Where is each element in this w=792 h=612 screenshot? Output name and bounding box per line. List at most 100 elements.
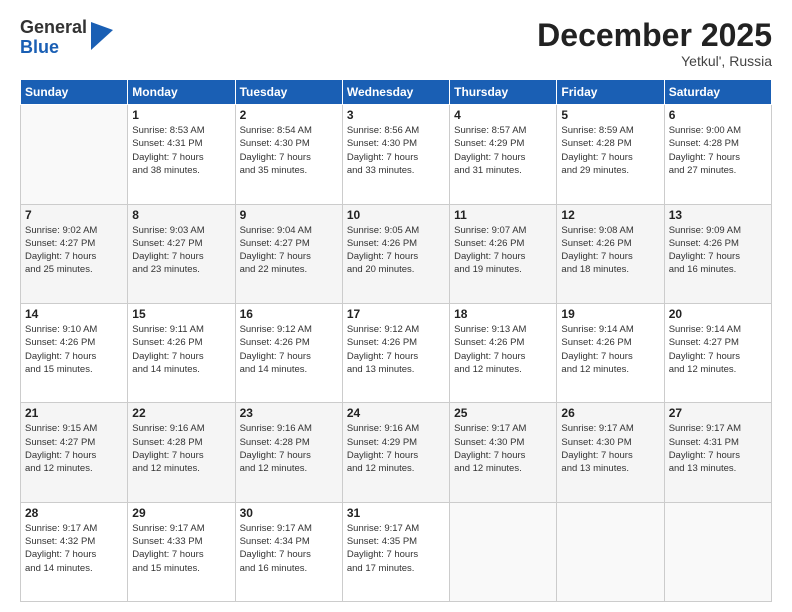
title-block: December 2025 Yetkul', Russia (537, 18, 772, 69)
day-info: Sunrise: 9:17 AM Sunset: 4:32 PM Dayligh… (25, 522, 123, 575)
day-info: Sunrise: 8:56 AM Sunset: 4:30 PM Dayligh… (347, 124, 445, 177)
calendar-cell: 11Sunrise: 9:07 AM Sunset: 4:26 PM Dayli… (450, 204, 557, 303)
day-info: Sunrise: 9:16 AM Sunset: 4:29 PM Dayligh… (347, 422, 445, 475)
day-info: Sunrise: 9:00 AM Sunset: 4:28 PM Dayligh… (669, 124, 767, 177)
day-number: 22 (132, 406, 230, 420)
day-info: Sunrise: 9:11 AM Sunset: 4:26 PM Dayligh… (132, 323, 230, 376)
calendar-cell (21, 105, 128, 204)
logo-blue: Blue (20, 38, 87, 58)
day-number: 14 (25, 307, 123, 321)
weekday-header: Tuesday (235, 80, 342, 105)
calendar-cell: 29 Sunrise: 9:17 AM Sunset: 4:33 PM Dayli… (128, 502, 235, 601)
calendar-cell (557, 502, 664, 601)
day-info: Sunrise: 9:17 AM Sunset: 4:35 PM Dayligh… (347, 522, 445, 575)
calendar-cell: 3Sunrise: 8:56 AM Sunset: 4:30 PM Daylig… (342, 105, 449, 204)
weekday-header: Thursday (450, 80, 557, 105)
day-number: 27 (669, 406, 767, 420)
calendar-cell: 18 Sunrise: 9:13 AM Sunset: 4:26 PM Dayli… (450, 303, 557, 402)
calendar-week-row: 1Sunrise: 8:53 AM Sunset: 4:31 PM Daylig… (21, 105, 772, 204)
calendar-cell: 17 Sunrise: 9:12 AM Sunset: 4:26 PM Dayli… (342, 303, 449, 402)
day-info: Sunrise: 9:13 AM Sunset: 4:26 PM Dayligh… (454, 323, 552, 376)
calendar-cell: 16Sunrise: 9:12 AM Sunset: 4:26 PM Dayli… (235, 303, 342, 402)
calendar-cell: 12 Sunrise: 9:08 AM Sunset: 4:26 PM Dayli… (557, 204, 664, 303)
day-number: 24 (347, 406, 445, 420)
calendar-cell: 19 Sunrise: 9:14 AM Sunset: 4:26 PM Dayli… (557, 303, 664, 402)
day-info: Sunrise: 9:17 AM Sunset: 4:33 PM Dayligh… (132, 522, 230, 575)
day-info: Sunrise: 9:14 AM Sunset: 4:26 PM Dayligh… (561, 323, 659, 376)
calendar-header-row: SundayMondayTuesdayWednesdayThursdayFrid… (21, 80, 772, 105)
calendar-cell: 10 Sunrise: 9:05 AM Sunset: 4:26 PM Dayli… (342, 204, 449, 303)
calendar-cell: 15 Sunrise: 9:11 AM Sunset: 4:26 PM Dayli… (128, 303, 235, 402)
day-number: 23 (240, 406, 338, 420)
calendar-cell (450, 502, 557, 601)
weekday-header: Wednesday (342, 80, 449, 105)
day-number: 31 (347, 506, 445, 520)
calendar-cell: 23 Sunrise: 9:16 AM Sunset: 4:28 PM Dayli… (235, 403, 342, 502)
day-number: 6 (669, 108, 767, 122)
day-info: Sunrise: 9:05 AM Sunset: 4:26 PM Dayligh… (347, 224, 445, 277)
day-info: Sunrise: 9:10 AM Sunset: 4:26 PM Dayligh… (25, 323, 123, 376)
day-number: 15 (132, 307, 230, 321)
month-title: December 2025 (537, 18, 772, 53)
day-info: Sunrise: 9:16 AM Sunset: 4:28 PM Dayligh… (240, 422, 338, 475)
calendar-cell (664, 502, 771, 601)
calendar-cell: 9Sunrise: 9:04 AM Sunset: 4:27 PM Daylig… (235, 204, 342, 303)
calendar-week-row: 7 Sunrise: 9:02 AM Sunset: 4:27 PM Daylig… (21, 204, 772, 303)
calendar-cell: 7 Sunrise: 9:02 AM Sunset: 4:27 PM Daylig… (21, 204, 128, 303)
weekday-header: Monday (128, 80, 235, 105)
day-number: 5 (561, 108, 659, 122)
day-number: 19 (561, 307, 659, 321)
day-number: 30 (240, 506, 338, 520)
calendar-cell: 28 Sunrise: 9:17 AM Sunset: 4:32 PM Dayli… (21, 502, 128, 601)
header: General Blue December 2025 Yetkul', Russ… (20, 18, 772, 69)
calendar-cell: 14 Sunrise: 9:10 AM Sunset: 4:26 PM Dayli… (21, 303, 128, 402)
day-number: 7 (25, 208, 123, 222)
day-info: Sunrise: 8:57 AM Sunset: 4:29 PM Dayligh… (454, 124, 552, 177)
day-info: Sunrise: 9:12 AM Sunset: 4:26 PM Dayligh… (347, 323, 445, 376)
calendar-cell: 5Sunrise: 8:59 AM Sunset: 4:28 PM Daylig… (557, 105, 664, 204)
day-info: Sunrise: 9:15 AM Sunset: 4:27 PM Dayligh… (25, 422, 123, 475)
day-info: Sunrise: 9:03 AM Sunset: 4:27 PM Dayligh… (132, 224, 230, 277)
calendar-cell: 22 Sunrise: 9:16 AM Sunset: 4:28 PM Dayli… (128, 403, 235, 502)
day-number: 10 (347, 208, 445, 222)
calendar-cell: 13Sunrise: 9:09 AM Sunset: 4:26 PM Dayli… (664, 204, 771, 303)
calendar-cell: 4 Sunrise: 8:57 AM Sunset: 4:29 PM Daylig… (450, 105, 557, 204)
day-info: Sunrise: 8:54 AM Sunset: 4:30 PM Dayligh… (240, 124, 338, 177)
calendar-week-row: 28 Sunrise: 9:17 AM Sunset: 4:32 PM Dayli… (21, 502, 772, 601)
page: General Blue December 2025 Yetkul', Russ… (0, 0, 792, 612)
weekday-header: Saturday (664, 80, 771, 105)
logo-text: General Blue (20, 18, 87, 58)
calendar-cell: 6 Sunrise: 9:00 AM Sunset: 4:28 PM Daylig… (664, 105, 771, 204)
day-number: 4 (454, 108, 552, 122)
calendar-table: SundayMondayTuesdayWednesdayThursdayFrid… (20, 79, 772, 602)
logo: General Blue (20, 18, 113, 58)
day-number: 12 (561, 208, 659, 222)
day-number: 25 (454, 406, 552, 420)
day-info: Sunrise: 9:17 AM Sunset: 4:31 PM Dayligh… (669, 422, 767, 475)
day-number: 29 (132, 506, 230, 520)
calendar-cell: 8 Sunrise: 9:03 AM Sunset: 4:27 PM Daylig… (128, 204, 235, 303)
day-info: Sunrise: 9:09 AM Sunset: 4:26 PM Dayligh… (669, 224, 767, 277)
calendar-cell: 30 Sunrise: 9:17 AM Sunset: 4:34 PM Dayli… (235, 502, 342, 601)
day-number: 17 (347, 307, 445, 321)
calendar-cell: 2Sunrise: 8:54 AM Sunset: 4:30 PM Daylig… (235, 105, 342, 204)
calendar-cell: 31 Sunrise: 9:17 AM Sunset: 4:35 PM Dayli… (342, 502, 449, 601)
day-number: 8 (132, 208, 230, 222)
day-info: Sunrise: 9:16 AM Sunset: 4:28 PM Dayligh… (132, 422, 230, 475)
day-info: Sunrise: 9:08 AM Sunset: 4:26 PM Dayligh… (561, 224, 659, 277)
day-info: Sunrise: 9:17 AM Sunset: 4:34 PM Dayligh… (240, 522, 338, 575)
calendar-cell: 21Sunrise: 9:15 AM Sunset: 4:27 PM Dayli… (21, 403, 128, 502)
day-info: Sunrise: 9:02 AM Sunset: 4:27 PM Dayligh… (25, 224, 123, 277)
day-info: Sunrise: 9:17 AM Sunset: 4:30 PM Dayligh… (561, 422, 659, 475)
calendar-cell: 26Sunrise: 9:17 AM Sunset: 4:30 PM Dayli… (557, 403, 664, 502)
day-number: 1 (132, 108, 230, 122)
calendar-week-row: 14 Sunrise: 9:10 AM Sunset: 4:26 PM Dayli… (21, 303, 772, 402)
day-number: 16 (240, 307, 338, 321)
day-number: 28 (25, 506, 123, 520)
day-number: 20 (669, 307, 767, 321)
day-number: 18 (454, 307, 552, 321)
day-info: Sunrise: 9:04 AM Sunset: 4:27 PM Dayligh… (240, 224, 338, 277)
day-info: Sunrise: 9:07 AM Sunset: 4:26 PM Dayligh… (454, 224, 552, 277)
weekday-header: Sunday (21, 80, 128, 105)
location: Yetkul', Russia (537, 53, 772, 69)
